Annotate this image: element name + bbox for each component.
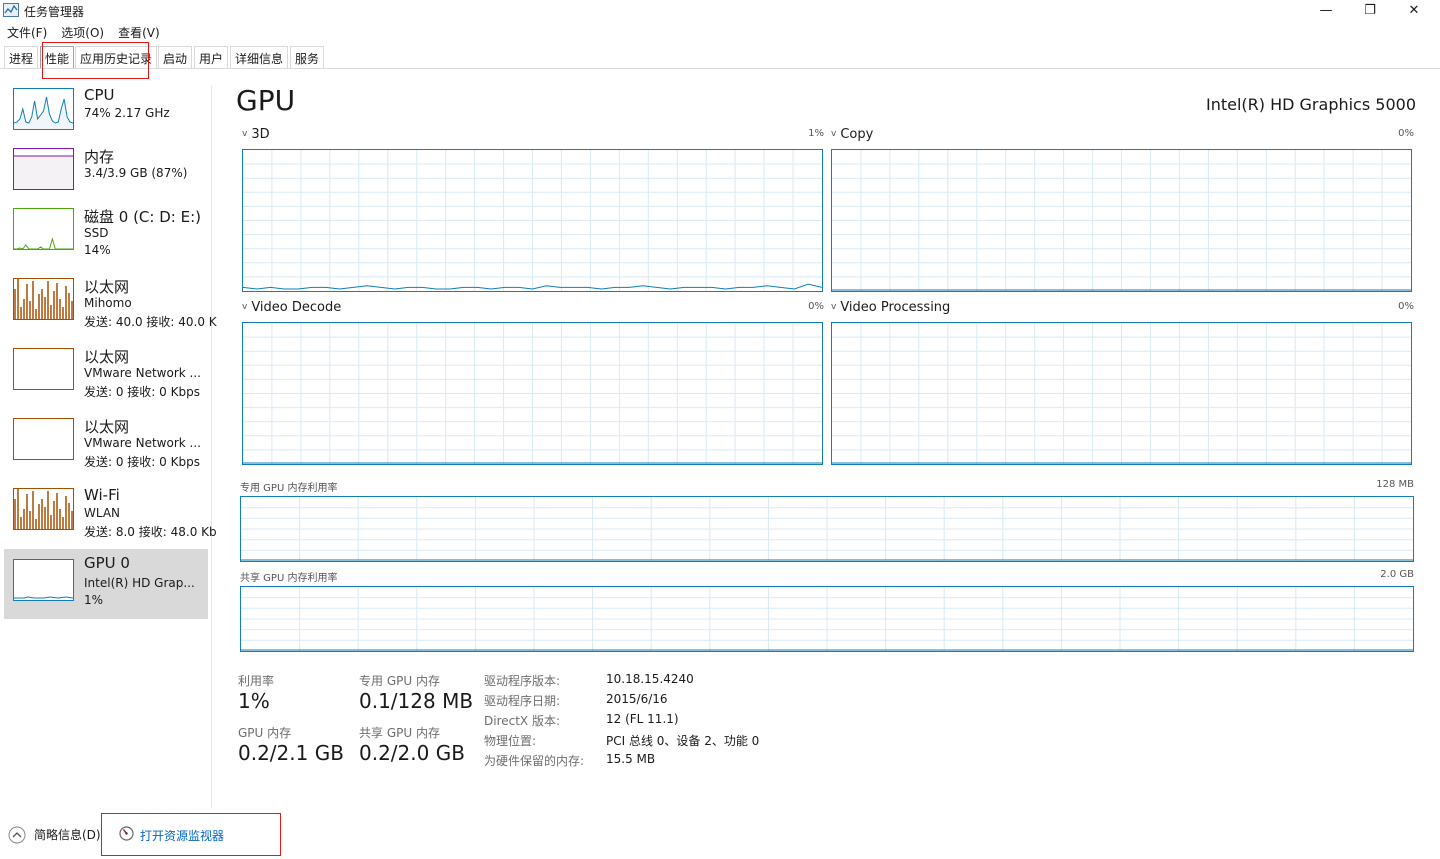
driver-version-label: 驱动程序版本: [484, 674, 561, 688]
sidebar-item-title: CPU [84, 86, 115, 104]
reserved-memory-value: 15.5 MB [606, 752, 656, 766]
engine-pct-copy: 0% [1398, 128, 1414, 139]
sidebar-item-subtitle: Mihomo [84, 296, 132, 310]
driver-date-value: 2015/6/16 [606, 692, 668, 706]
sidebar-graph-thumbnail [13, 278, 74, 320]
dedicated-mem-chart-label: 专用 GPU 内存利用率 [240, 483, 338, 494]
engine-selector-3d[interactable]: v 3D [242, 127, 270, 142]
open-resource-monitor-link[interactable]: 打开资源监视器 [140, 827, 224, 844]
menu-view[interactable]: 查看(V) [111, 22, 167, 42]
engine-chart-copy [831, 149, 1412, 292]
tab-processes[interactable]: 进程 [4, 46, 39, 68]
gpu-mem-value: 0.2/2.1 GB [238, 741, 344, 765]
sidebar-item-detail: 1% [84, 593, 104, 607]
engine-chart-video-processing [831, 322, 1412, 465]
sidebar-item-7[interactable]: Wi-Fi WLAN 发送: 8.0 接收: 48.0 Kb [4, 486, 217, 556]
sidebar-item-detail: 14% [84, 243, 111, 257]
page-title: GPU [236, 84, 296, 117]
minimize-button[interactable]: — [1304, 0, 1348, 20]
engine-selector-video-decode[interactable]: v Video Decode [242, 300, 341, 315]
dedicated-mem-chart-max: 128 MB [1376, 479, 1414, 490]
directx-version-label: DirectX 版本: [484, 714, 561, 728]
menu-bar: 文件(F) 选项(O) 查看(V) [0, 22, 167, 42]
menu-options[interactable]: 选项(O) [54, 22, 111, 42]
tab-details[interactable]: 详细信息 [230, 46, 289, 68]
dedicated-mem-value: 0.1/128 MB [359, 689, 474, 713]
engine-selector-copy[interactable]: v Copy [831, 127, 873, 142]
sidebar-item-title: Wi-Fi [84, 486, 120, 504]
gpu-model-name: Intel(R) HD Graphics 5000 [1205, 95, 1416, 114]
sidebar-item-subtitle: SSD [84, 226, 109, 240]
sidebar-item-subtitle: VMware Network ... [84, 436, 201, 450]
sidebar-item-title: 内存 [84, 148, 115, 166]
driver-version-value: 10.18.15.4240 [606, 672, 694, 686]
sidebar-item-title: 以太网 [84, 418, 130, 436]
engine-chart-video-decode [242, 322, 823, 465]
sidebar-item-title: 磁盘 0 (C: D: E:) [84, 208, 201, 226]
menu-file[interactable]: 文件(F) [0, 22, 54, 42]
shared-mem-chart [240, 586, 1414, 652]
utilization-value: 1% [238, 689, 270, 713]
sidebar-graph-thumbnail [13, 488, 74, 530]
engine-chart-3d [242, 149, 823, 292]
resource-monitor-icon [119, 826, 134, 841]
sidebar-item-8[interactable]: GPU 0 Intel(R) HD Grap... 1% [4, 549, 208, 619]
sidebar-item-subtitle: WLAN [84, 506, 121, 520]
shared-mem-chart-label: 共享 GPU 内存利用率 [240, 573, 338, 584]
tab-users[interactable]: 用户 [194, 46, 229, 68]
tab-startup[interactable]: 启动 [158, 46, 193, 68]
sidebar-graph-thumbnail [13, 348, 74, 390]
sidebar-item-title: GPU 0 [84, 554, 130, 572]
engine-pct-video-decode: 0% [808, 301, 824, 312]
chevron-down-icon: v [831, 129, 837, 139]
engine-selector-video-processing[interactable]: v Video Processing [831, 300, 950, 315]
sidebar-item-title: 以太网 [84, 278, 130, 296]
chevron-up-icon[interactable] [8, 826, 26, 844]
sidebar-item-subtitle: VMware Network ... [84, 366, 201, 380]
sidebar-graph-thumbnail [13, 148, 74, 190]
directx-version-value: 12 (FL 11.1) [606, 712, 679, 726]
sidebar-item-6[interactable]: 以太网 VMware Network ... 发送: 0 接收: 0 Kbps [4, 416, 208, 486]
sidebar-graph-thumbnail [13, 88, 74, 130]
chevron-down-icon: v [242, 129, 248, 139]
sidebar-graph-thumbnail [13, 559, 74, 601]
gpu-mem-label: GPU 内存 [238, 726, 292, 740]
task-manager-icon [3, 3, 19, 17]
reserved-memory-label: 为硬件保留的内存: [484, 754, 585, 768]
window-title: 任务管理器 [24, 5, 85, 19]
fewer-details-button[interactable]: 简略信息(D) [34, 826, 101, 843]
sidebar-item-detail: 发送: 0 接收: 0 Kbps [84, 455, 200, 469]
sidebar-item-detail: 发送: 8.0 接收: 48.0 Kb [84, 525, 217, 539]
engine-pct-3d: 1% [808, 128, 824, 139]
title-bar: 任务管理器 — ❐ ✕ [0, 0, 1440, 22]
sidebar-item-subtitle: Intel(R) HD Grap... [84, 576, 195, 590]
engine-pct-video-processing: 0% [1398, 301, 1414, 312]
sidebar-item-subtitle: 74% 2.17 GHz [84, 106, 170, 120]
chevron-down-icon: v [242, 302, 248, 312]
sidebar-item-3[interactable]: 磁盘 0 (C: D: E:) SSD 14% [4, 206, 208, 276]
shared-mem-label: 共享 GPU 内存 [359, 726, 440, 740]
highlight-box-tabs [42, 42, 149, 79]
driver-date-label: 驱动程序日期: [484, 694, 561, 708]
dedicated-mem-chart [240, 496, 1414, 562]
dedicated-mem-label: 专用 GPU 内存 [359, 674, 440, 688]
physical-location-value: PCI 总线 0、设备 2、功能 0 [606, 734, 760, 748]
maximize-button[interactable]: ❐ [1348, 0, 1392, 20]
sidebar-item-title: 以太网 [84, 348, 130, 366]
utilization-label: 利用率 [238, 674, 275, 688]
shared-mem-value: 0.2/2.0 GB [359, 741, 465, 765]
sidebar-item-5[interactable]: 以太网 VMware Network ... 发送: 0 接收: 0 Kbps [4, 346, 208, 416]
sidebar-item-4[interactable]: 以太网 Mihomo 发送: 40.0 接收: 40.0 K [4, 276, 217, 346]
sidebar-graph-thumbnail [13, 208, 74, 250]
sidebar-item-detail: 发送: 0 接收: 0 Kbps [84, 385, 200, 399]
sidebar-graph-thumbnail [13, 418, 74, 460]
chevron-down-icon: v [831, 302, 837, 312]
sidebar-item-subtitle: 3.4/3.9 GB (87%) [84, 166, 188, 180]
tab-services[interactable]: 服务 [290, 46, 325, 68]
tab-bar: 进程 性能 应用历史记录 启动 用户 详细信息 服务 [0, 44, 1440, 69]
shared-mem-chart-max: 2.0 GB [1380, 569, 1414, 580]
close-button[interactable]: ✕ [1392, 0, 1436, 20]
sidebar-item-detail: 发送: 40.0 接收: 40.0 K [84, 315, 217, 329]
physical-location-label: 物理位置: [484, 734, 537, 748]
